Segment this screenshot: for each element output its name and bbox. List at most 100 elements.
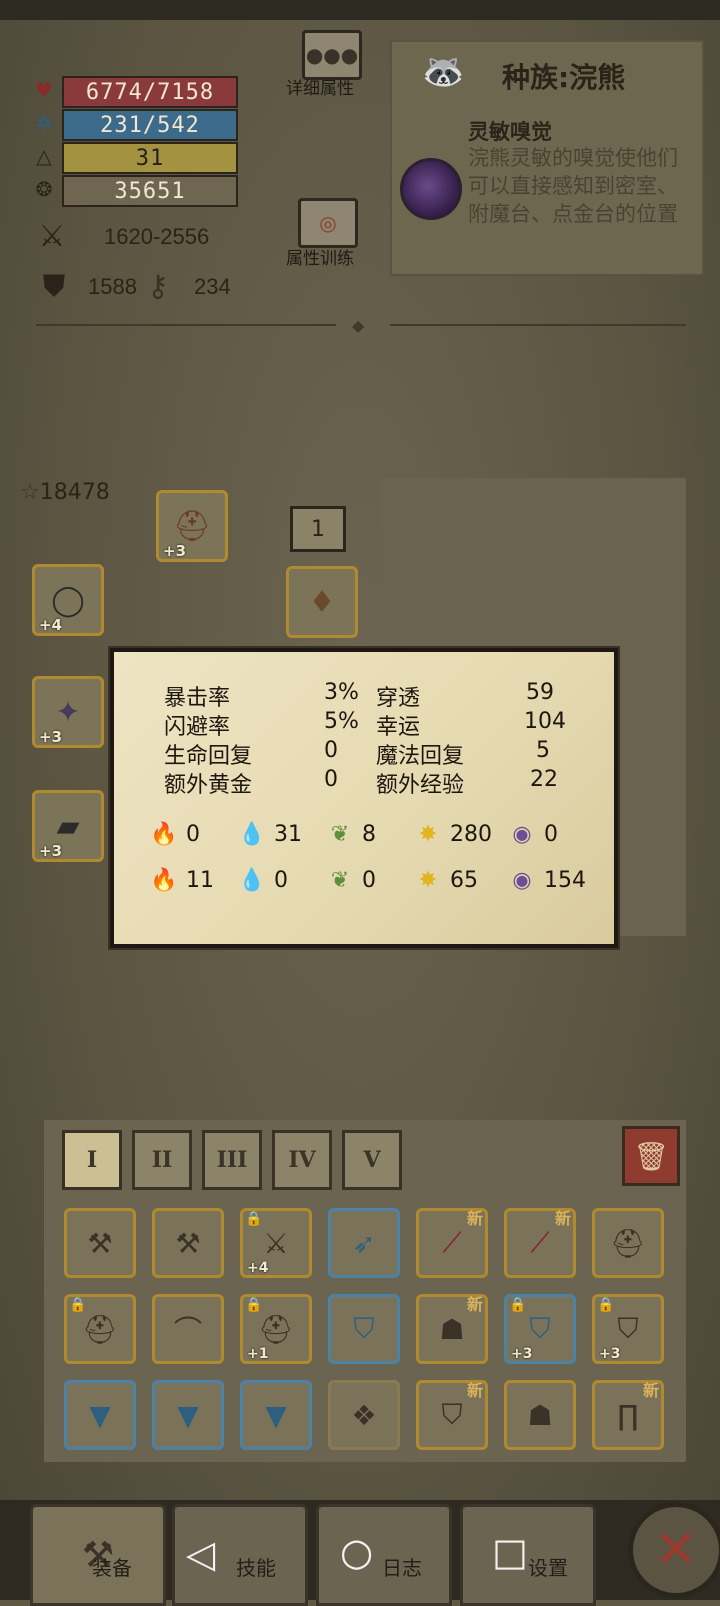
training-label: 属性训练	[286, 249, 354, 269]
trash-button[interactable]: 🗑	[622, 1126, 680, 1186]
back-icon[interactable]: ◁	[186, 1532, 215, 1576]
star-icon: ☆	[20, 480, 40, 505]
new-badge: 新	[466, 1209, 483, 1228]
light-attack: ✸ 280	[414, 820, 492, 848]
helmet-slot[interactable]: ⛑ +3	[156, 490, 228, 562]
inventory-item[interactable]: ▼	[152, 1380, 224, 1450]
inventory-item[interactable]: ⚒	[64, 1208, 136, 1278]
inventory-item[interactable]: ➶	[328, 1208, 400, 1278]
inventory-item[interactable]: ❖	[328, 1380, 400, 1450]
new-badge: 新	[554, 1209, 571, 1228]
close-icon: ✕	[654, 1520, 698, 1580]
gauntlet-slot[interactable]: ▰ +3	[32, 790, 104, 862]
inventory-item[interactable]: ⛉ 🔒 +3	[592, 1294, 664, 1364]
stat-value: 5%	[324, 709, 359, 734]
inventory-item[interactable]: ⚔ 🔒 +4	[240, 1208, 312, 1278]
raccoon-skill-icon[interactable]	[400, 158, 462, 220]
straw-hat-icon: ⌒	[173, 1314, 202, 1347]
divider-diamond-icon: ◆	[352, 316, 365, 335]
nature-attack-value: 8	[362, 821, 376, 847]
inventory-item[interactable]: ▼	[64, 1380, 136, 1450]
gauntlet-icon: ▰	[56, 808, 80, 844]
water-shield-icon: 💧	[238, 867, 266, 893]
amulet-icon: ♦	[308, 584, 336, 620]
inventory-item[interactable]: ⛉ 新	[416, 1380, 488, 1450]
gauntlet-plus: +3	[39, 842, 63, 860]
level-icon: △	[36, 144, 52, 168]
tab-2[interactable]: II	[132, 1130, 192, 1190]
knight-helm-icon: ⛑	[82, 1312, 118, 1346]
tab-1[interactable]: I	[62, 1130, 122, 1190]
water-defense: 💧 0	[238, 866, 288, 894]
tab-3[interactable]: III	[202, 1130, 262, 1190]
inventory-item[interactable]: ⟋ 新	[504, 1208, 576, 1278]
lock-icon: 🔒	[597, 1297, 615, 1313]
amulet-slot[interactable]: ♦	[286, 566, 358, 638]
lock-icon: 🔒	[245, 1211, 263, 1227]
blue-cape-icon: ▼	[177, 1398, 199, 1432]
nature-attack: ❦ 8	[326, 820, 376, 848]
mp-row: ✲ 231/542	[30, 107, 238, 141]
leather-vest-icon: ⛉	[441, 1398, 463, 1431]
blue-armor-icon: ⛉	[529, 1312, 551, 1345]
inventory-item[interactable]: ⚒	[152, 1208, 224, 1278]
inventory-item[interactable]: ⟋ 新	[416, 1208, 488, 1278]
level-box[interactable]: 1	[290, 506, 346, 552]
chest-helm-icon: ⛑	[172, 508, 212, 544]
lock-icon: 🔒	[69, 1297, 87, 1313]
hp-bar: 6774/7158	[62, 76, 238, 108]
inventory-item[interactable]: ⛉	[328, 1294, 400, 1364]
water-icon: 💧	[238, 821, 266, 847]
crimson-staff-icon: ⟋	[530, 1226, 550, 1259]
score-value: 18478	[39, 480, 110, 505]
inventory-item[interactable]: ⌒	[152, 1294, 224, 1364]
inventory-item[interactable]: ☗ 新	[416, 1294, 488, 1364]
fire-defense: 🔥 11	[150, 866, 214, 894]
ring-icon: ◯	[51, 582, 85, 618]
stat-label: 魔法回复	[376, 744, 465, 769]
stat-value: 59	[526, 680, 554, 705]
inventory-item[interactable]: ☗	[504, 1380, 576, 1450]
crimson-staff-icon: ⟋	[442, 1226, 462, 1259]
stat-value: 5	[536, 738, 550, 763]
raccoon-icon: 🦝	[422, 52, 465, 92]
stat-value: 22	[530, 767, 558, 792]
nav-equip-label: 装备	[92, 1556, 132, 1580]
tab-5[interactable]: V	[342, 1130, 402, 1190]
recents-icon[interactable]: □	[492, 1530, 528, 1574]
tab-4[interactable]: IV	[272, 1130, 332, 1190]
item-plus: +1	[247, 1346, 269, 1362]
blue-cape-icon: ▼	[265, 1398, 287, 1432]
level-bar: 31	[62, 142, 238, 174]
stat-value: 3%	[324, 680, 359, 705]
light-attack-value: 280	[450, 821, 492, 847]
training-button[interactable]: ◎	[298, 198, 358, 248]
inventory-item[interactable]: ⛑ 🔒	[64, 1294, 136, 1364]
skill-description: 浣熊灵敏的嗅觉使他们可以直接感知到密室、附魔台、点金台的位置	[468, 146, 678, 226]
hood-icon: ☗	[439, 1312, 465, 1346]
ring-slot[interactable]: ◯ +4	[32, 564, 104, 636]
race-panel: 🦝 种族:浣熊 灵敏嗅觉 浣熊灵敏的嗅觉使他们可以直接感知到密室、附魔台、点金台…	[390, 40, 704, 276]
inventory-item[interactable]: ⛉ 🔒 +3	[504, 1294, 576, 1364]
stat-label: 穿透	[376, 686, 421, 711]
inventory-item[interactable]: ⛑ 🔒 +1	[240, 1294, 312, 1364]
close-button[interactable]: ✕	[628, 1502, 720, 1598]
top-edge	[0, 0, 720, 20]
divider-right	[390, 324, 686, 326]
lightning-shield-icon: ✸	[418, 867, 438, 893]
inventory-item[interactable]: ▼	[240, 1380, 312, 1450]
weapon-slot[interactable]: ✦ +3	[32, 676, 104, 748]
fire-attack: 🔥 0	[150, 820, 200, 848]
arcane-attack-value: 0	[544, 821, 558, 847]
helmet-plus: +3	[163, 542, 187, 560]
dark-robe-icon: ☗	[527, 1398, 553, 1432]
inventory-item[interactable]: ⛑	[592, 1208, 664, 1278]
stat-value: 104	[524, 709, 566, 734]
details-button[interactable]: ●●●	[302, 30, 362, 80]
water-attack: 💧 31	[238, 820, 302, 848]
nature-defense-value: 0	[362, 867, 376, 893]
stat-label: 幸运	[376, 715, 421, 740]
home-icon[interactable]: ○	[340, 1530, 373, 1574]
inventory-item[interactable]: ∏ 新	[592, 1380, 664, 1450]
knight-helm-icon: ⛑	[610, 1226, 646, 1260]
